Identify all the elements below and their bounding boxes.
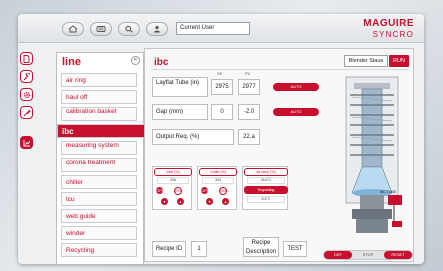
layflat-pv-value: 2977	[238, 79, 260, 95]
line-menu: line ✕ air ring haul off calibration bas…	[56, 52, 153, 264]
menu-item-ibc[interactable]: ibc	[57, 124, 153, 138]
ibc-machine-diagram	[345, 76, 402, 233]
recipe-id-value[interactable]: 1	[191, 241, 207, 257]
menu-close-button[interactable]: ✕	[131, 56, 140, 65]
recipe-description-label: Recipe Description	[243, 237, 279, 257]
synchro-screen: Current User MAGUIRE SYNCRO line ✕ air r…	[18, 14, 424, 264]
stop-button[interactable]: STOP	[354, 251, 382, 259]
machine-label: IBC TUBE	[380, 190, 397, 194]
menu-item-chiller[interactable]: chiller	[61, 175, 137, 189]
zone-inlet-off-button[interactable]: OFF	[156, 187, 164, 194]
header-divider	[151, 69, 409, 70]
menu-item-haul-off[interactable]: haul off	[61, 90, 137, 104]
layflat-sp-input[interactable]: 2975	[211, 79, 233, 95]
menu-title: line	[62, 56, 81, 68]
home-icon	[68, 25, 78, 33]
menu-item-calibration-basket[interactable]: calibration basket	[61, 107, 137, 121]
search-icon	[125, 25, 133, 33]
zone-inlet: Inlet (%) 306 OFF ON ▾ ▴	[152, 166, 192, 210]
brand-logo-main: MAGUIRE	[363, 18, 414, 29]
run-control-bar: DEF STOP RESET	[323, 250, 413, 260]
sidebar-gear-button[interactable]	[20, 88, 33, 101]
recipe-description-value[interactable]: TEST	[283, 241, 307, 257]
chevron-down-icon: ▾	[208, 199, 211, 204]
keyboard-button[interactable]	[90, 22, 112, 36]
layflat-auto-button[interactable]: AUTO	[273, 83, 319, 91]
output-req-label: Output Req. (%)	[152, 129, 234, 145]
menu-item-tcu[interactable]: tcu	[61, 192, 137, 206]
zone-outlet-off-button[interactable]: OFF	[201, 187, 209, 194]
zone-inlet-up-button[interactable]: ▴	[177, 198, 184, 205]
chevron-up-icon: ▴	[179, 199, 182, 204]
keyboard-icon	[96, 26, 106, 32]
output-req-value[interactable]: 22.a	[238, 129, 260, 145]
recipe-id-label: Recipe ID	[152, 241, 186, 257]
zone-air-temp-mode[interactable]: Regulating	[244, 186, 288, 194]
sidebar-wrench-button[interactable]	[20, 70, 33, 83]
zone-outlet-up-button[interactable]: ▴	[222, 198, 229, 205]
top-bar: Current User MAGUIRE SYNCRO	[18, 14, 424, 43]
brand-logo-sub: SYNCRO	[372, 30, 414, 39]
gap-auto-button[interactable]: AUTO	[273, 108, 319, 116]
column-header-pv: PV	[245, 71, 251, 76]
close-icon: ✕	[133, 57, 138, 63]
zone-air-temp-title: Air temp (%)	[244, 168, 288, 176]
gear-icon	[23, 91, 30, 98]
search-button[interactable]	[118, 22, 140, 36]
menu-item-web-guide[interactable]: web guide	[61, 209, 137, 223]
document-icon	[23, 54, 30, 63]
chart-icon	[23, 139, 30, 146]
zone-inlet-title: Inlet (%)	[154, 168, 192, 176]
layflat-label: Layflat Tube (in)	[152, 77, 208, 97]
sidebar-chart-button[interactable]	[20, 136, 33, 149]
zone-inlet-on-button[interactable]: ON	[174, 187, 182, 195]
gap-pv-value: -2.0	[238, 104, 260, 120]
menu-item-recycling[interactable]: Recycling	[61, 243, 137, 257]
zone-inlet-down-button[interactable]: ▾	[161, 198, 168, 205]
ibc-panel: ibc Blender Staus RUN SP PV Layflat Tube…	[144, 48, 414, 262]
gap-sp-input[interactable]: 0	[211, 104, 233, 120]
reset-button[interactable]: RESET	[384, 251, 412, 259]
user-icon	[154, 25, 160, 33]
panel-title: ibc	[154, 57, 169, 68]
menu-item-measuring-system[interactable]: measuring system	[61, 141, 137, 155]
chevron-up-icon: ▴	[224, 199, 227, 204]
gap-label: Gap (mm)	[152, 104, 208, 120]
zone-air-temp-value: 35.6°C	[247, 177, 285, 184]
blender-status-field: Blender Staus	[344, 55, 388, 67]
def-button[interactable]: DEF	[324, 251, 352, 259]
sidebar-document-button[interactable]	[20, 52, 33, 65]
zone-air-temp-value2: 8.6°C	[247, 196, 285, 203]
column-header-sp: SP	[217, 71, 223, 76]
zone-outlet-title: Outlet (%)	[199, 168, 237, 176]
paint-icon	[23, 109, 31, 116]
zone-outlet: Outlet (%) 344 OFF ON ▾ ▴	[197, 166, 237, 210]
menu-item-air-ring[interactable]: air ring	[61, 73, 137, 87]
home-button[interactable]	[62, 22, 84, 36]
sidebar-paint-button[interactable]	[20, 106, 33, 119]
zone-outlet-on-button[interactable]: ON	[219, 187, 227, 195]
zone-outlet-down-button[interactable]: ▾	[206, 198, 213, 205]
menu-item-corona-treatment[interactable]: corona treatment	[61, 158, 137, 172]
user-button[interactable]	[146, 22, 168, 36]
run-button[interactable]: RUN	[389, 55, 409, 67]
zone-air-temp: Air temp (%) 35.6°C Regulating 8.6°C	[242, 166, 288, 210]
zone-inlet-value: 306	[157, 177, 189, 184]
wrench-icon	[23, 72, 30, 80]
zone-outlet-value: 344	[202, 177, 234, 184]
chevron-down-icon: ▾	[163, 199, 166, 204]
menu-item-winder[interactable]: winder	[61, 226, 137, 240]
current-user-field[interactable]: Current User	[176, 22, 250, 35]
